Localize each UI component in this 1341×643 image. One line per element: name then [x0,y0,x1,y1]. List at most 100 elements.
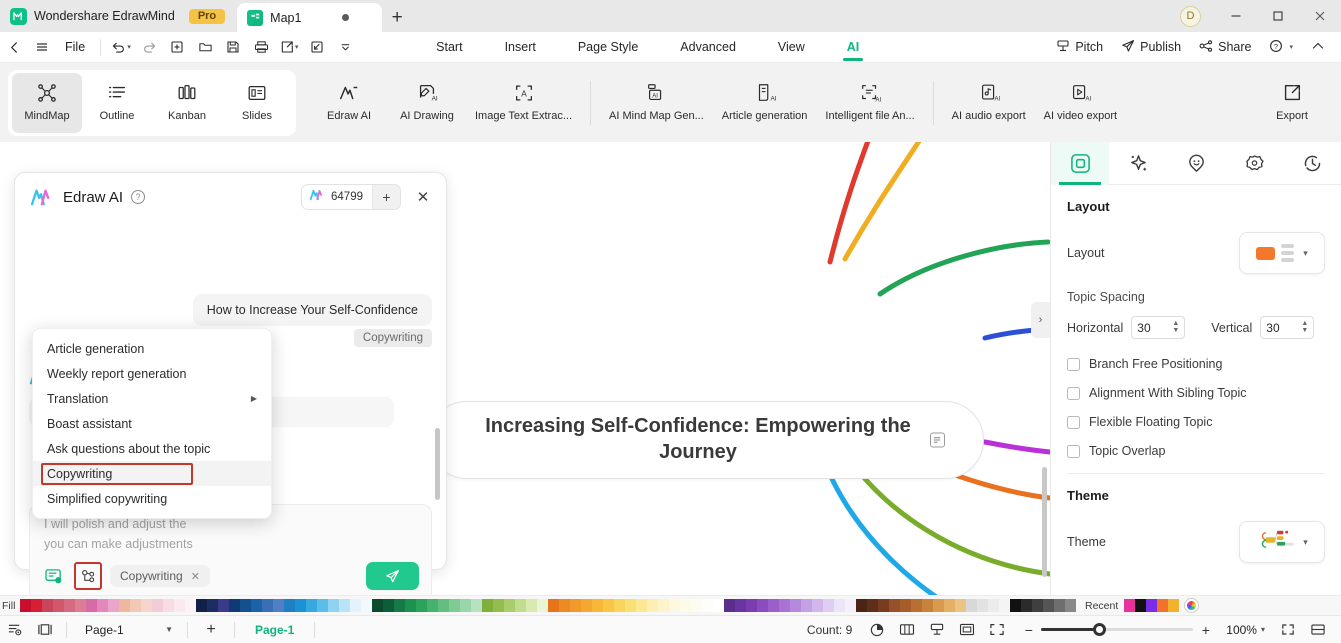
tab-ai[interactable]: AI [826,32,881,63]
menu-item-ask-questions-about-the-topic[interactable]: Ask questions about the topic [33,436,271,461]
ribbon-ai-mindmap-gen[interactable]: AI AI Mind Map Gen... [600,73,713,133]
color-swatch[interactable] [1054,599,1065,612]
color-swatch[interactable] [823,599,834,612]
color-swatch[interactable] [625,599,636,612]
recent-color-swatch[interactable] [1168,599,1180,612]
stepper-arrows[interactable]: ▲ ▼ [1301,320,1308,333]
pitch-view-icon[interactable] [922,616,952,643]
role-selector-icon[interactable] [74,562,102,590]
collapse-ribbon-button[interactable] [1303,32,1333,63]
tab-style-panel[interactable] [1109,142,1167,185]
color-swatch[interactable] [53,599,64,612]
color-swatch[interactable] [86,599,97,612]
recent-color-swatch[interactable] [1124,599,1136,612]
recent-color-swatch[interactable] [1157,599,1169,612]
color-swatch[interactable] [240,599,251,612]
color-swatch[interactable] [207,599,218,612]
tab-advanced[interactable]: Advanced [659,32,757,63]
horizontal-spacing-stepper[interactable]: 30 ▲ ▼ [1131,316,1186,339]
checkbox-flexible-floating-topic[interactable]: Flexible Floating Topic [1067,415,1325,429]
pitch-button[interactable]: Pitch [1048,32,1111,63]
color-swatch[interactable] [427,599,438,612]
chevron-down-icon[interactable]: ▾ [1261,625,1265,634]
help-button[interactable]: ? ▾ [1261,32,1301,63]
color-swatch[interactable] [889,599,900,612]
color-swatch[interactable] [251,599,262,612]
color-swatch[interactable] [273,599,284,612]
ribbon-outline[interactable]: Outline [82,73,152,133]
color-swatch[interactable] [768,599,779,612]
color-swatch[interactable] [966,599,977,612]
menu-item-article-generation[interactable]: Article generation [33,336,271,361]
color-swatch[interactable] [911,599,922,612]
checkbox-box[interactable] [1067,415,1080,429]
pie-view-icon[interactable] [862,616,892,643]
add-credits-button[interactable]: + [372,185,400,209]
color-swatch[interactable] [174,599,185,612]
color-swatch[interactable] [1010,599,1021,612]
color-swatch[interactable] [955,599,966,612]
ai-panel-close-button[interactable]: ✕ [414,188,432,206]
color-swatch[interactable] [999,599,1010,612]
color-swatch[interactable] [570,599,581,612]
color-swatch[interactable] [559,599,570,612]
tab-insert[interactable]: Insert [484,32,557,63]
color-swatch[interactable] [416,599,427,612]
send-button[interactable] [366,562,419,590]
chevron-down-icon[interactable]: ▾ [1289,43,1293,51]
color-swatch[interactable] [196,599,207,612]
recent-color-swatches[interactable] [1124,599,1180,612]
minimize-button[interactable] [1215,0,1257,32]
ribbon-article-generation[interactable]: AI Article generation [713,73,817,133]
color-swatch[interactable] [680,599,691,612]
back-icon[interactable] [0,32,28,63]
tab-start[interactable]: Start [415,32,483,63]
color-swatch[interactable] [185,599,196,612]
tab-page-style[interactable]: Page Style [557,32,659,63]
color-swatch[interactable] [361,599,372,612]
chevron-down-icon[interactable]: ▾ [127,43,131,51]
central-topic[interactable]: Increasing Self-Confidence: Empowering t… [428,401,984,479]
color-swatch[interactable] [867,599,878,612]
tab-view[interactable]: View [757,32,826,63]
zoom-knob[interactable] [1093,623,1107,636]
split-view-icon[interactable] [1303,616,1333,643]
color-swatch[interactable] [262,599,273,612]
composer-chip[interactable]: Copywriting ✕ [110,565,210,587]
close-button[interactable] [1299,0,1341,32]
tab-layout-panel[interactable] [1051,141,1109,185]
color-swatch[interactable] [438,599,449,612]
chevron-right-icon[interactable]: › [1031,302,1050,338]
color-swatch[interactable] [790,599,801,612]
help-circle-icon[interactable]: ? [131,190,146,204]
ribbon-intelligent-file-analysis[interactable]: AI Intelligent file An... [816,73,923,133]
pane-view-icon[interactable] [30,616,60,643]
tab-sticker-panel[interactable] [1225,142,1283,185]
menu-item-weekly-report-generation[interactable]: Weekly report generation [33,361,271,386]
color-swatch[interactable] [350,599,361,612]
brand-tab[interactable]: Wondershare EdrawMind Pro [0,0,237,32]
color-swatch[interactable] [1065,599,1076,612]
color-swatch[interactable] [933,599,944,612]
color-swatch[interactable] [702,599,713,612]
menu-item-simplified-copywriting[interactable]: Simplified copywriting [33,486,271,511]
color-swatch[interactable] [284,599,295,612]
color-swatch[interactable] [20,599,31,612]
color-swatch[interactable] [812,599,823,612]
menu-item-copywriting[interactable]: Copywriting [33,461,271,486]
checkbox-box[interactable] [1067,444,1080,458]
share-button[interactable]: Share [1191,32,1259,63]
chevron-down-icon[interactable]: ▾ [295,43,299,51]
color-swatch[interactable] [735,599,746,612]
checkbox-box[interactable] [1067,386,1080,400]
color-swatch[interactable] [834,599,845,612]
color-swatch[interactable] [229,599,240,612]
color-swatch[interactable] [119,599,130,612]
color-swatch[interactable] [845,599,856,612]
file-menu[interactable]: File [56,40,94,54]
layout-selector[interactable]: ▾ [1239,232,1325,274]
color-swatch[interactable] [64,599,75,612]
color-swatch[interactable] [1021,599,1032,612]
color-swatch[interactable] [75,599,86,612]
color-swatch[interactable] [713,599,724,612]
